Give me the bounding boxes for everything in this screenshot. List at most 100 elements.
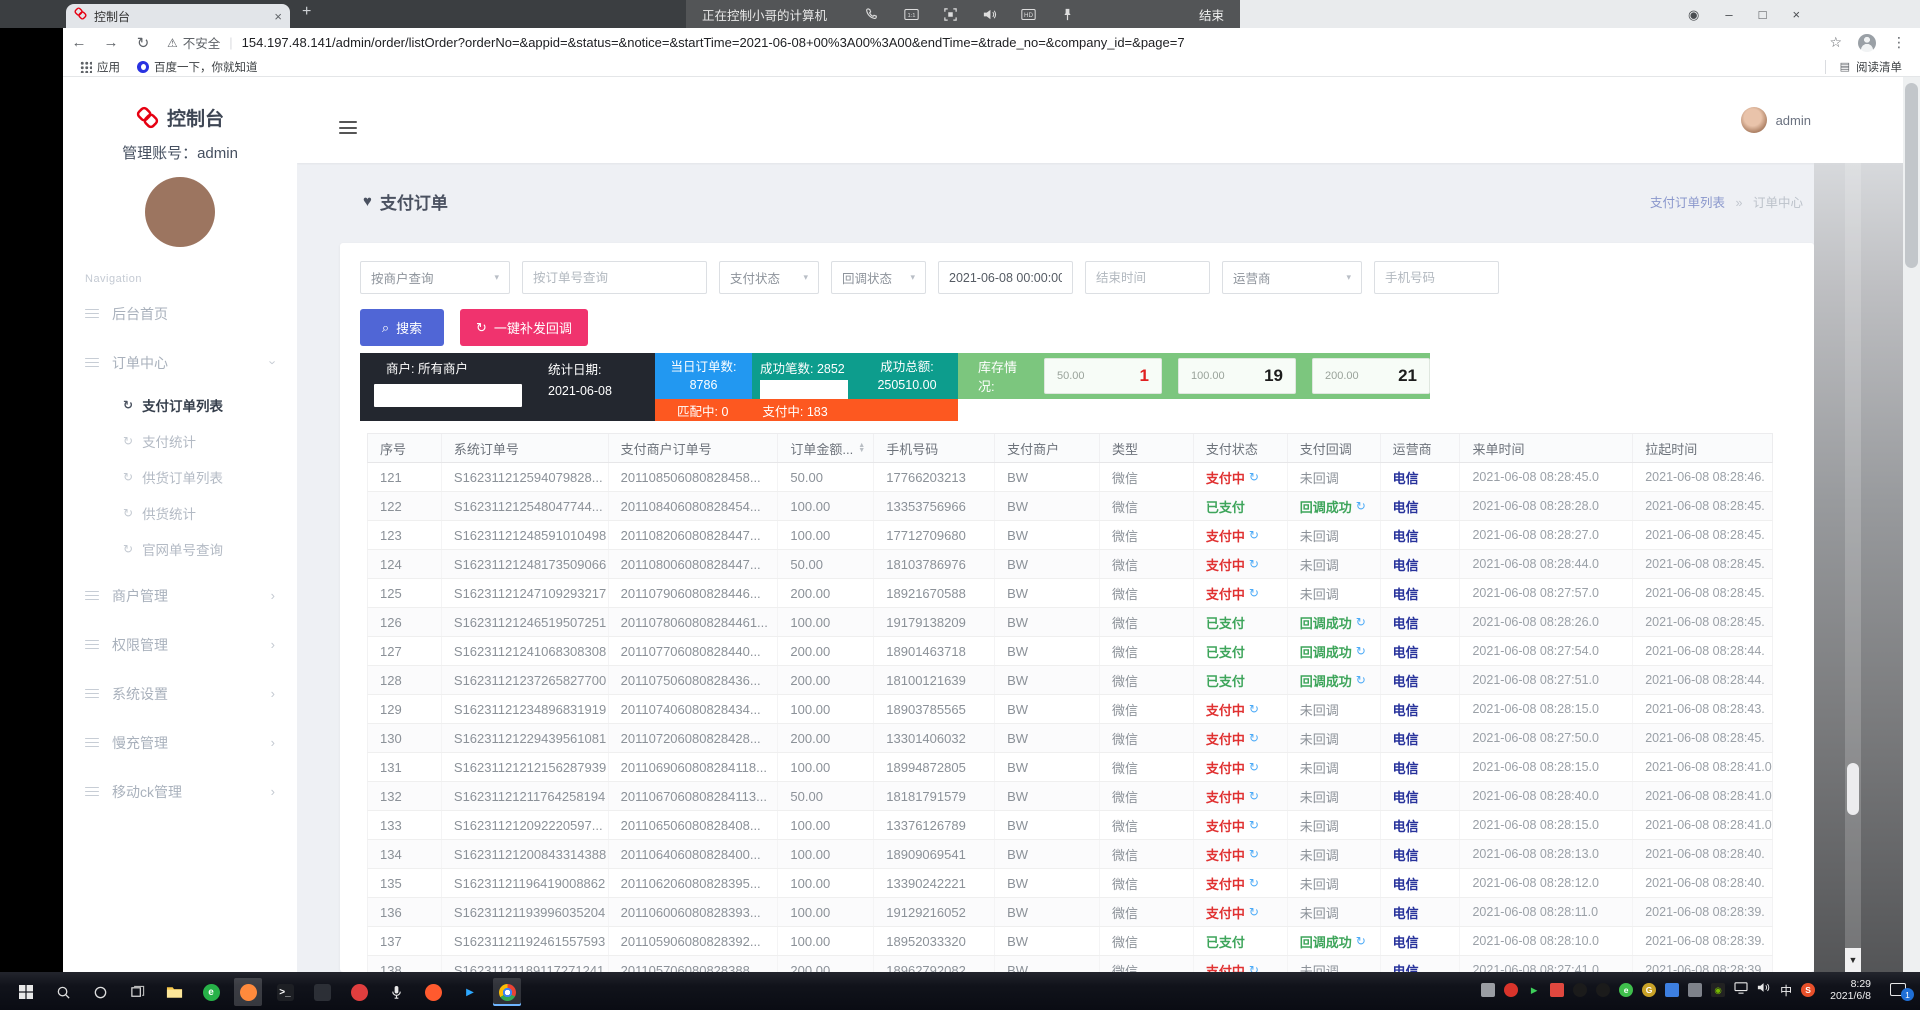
table-row[interactable]: 125S162311212471092932172011079060808284… [367, 579, 1773, 608]
tray-360-green[interactable]: e [1619, 983, 1633, 997]
menu-circle-icon[interactable]: ◉ [1688, 8, 1699, 21]
table-row[interactable]: 128S162311212372658277002011075060808284… [367, 666, 1773, 695]
ratio-1-1-icon[interactable]: 1:1 [904, 7, 919, 22]
tray-nvidia[interactable]: ◉ [1711, 983, 1725, 997]
browser-tab[interactable]: 控制台 × [66, 4, 290, 28]
refresh-icon[interactable]: ↻ [1356, 673, 1366, 687]
refresh-icon[interactable]: ↻ [1249, 557, 1259, 571]
sidebar-item-6[interactable]: 移动ck管理› [63, 767, 297, 816]
refresh-icon[interactable]: ↻ [1249, 905, 1259, 919]
stats-success-input[interactable] [760, 380, 848, 399]
tray-red-b[interactable] [1550, 983, 1564, 997]
close-icon[interactable]: × [1792, 8, 1800, 21]
table-row[interactable]: 130S162311212294395610812011072060808284… [367, 724, 1773, 753]
chrome-taskbar-icon[interactable] [493, 978, 521, 1006]
resend-callback-button[interactable]: ↻ 一键补发回调 [460, 309, 588, 346]
phone-icon[interactable] [865, 7, 880, 22]
browser-menu-icon[interactable]: ⋮ [1892, 34, 1906, 51]
player-blue-taskbar-icon[interactable]: ▶ [456, 978, 484, 1006]
browser-scrollbar-thumb[interactable] [1905, 83, 1918, 268]
tray-gray-knot[interactable] [1688, 983, 1702, 997]
filter-select-2[interactable]: 支付状态▾ [719, 261, 819, 294]
table-row[interactable]: 124S162311212481735090662011080060808284… [367, 550, 1773, 579]
refresh-icon[interactable]: ↻ [1249, 731, 1259, 745]
explorer-taskbar-icon[interactable] [160, 978, 188, 1006]
minimize-icon[interactable]: – [1725, 8, 1732, 21]
forward-icon[interactable]: → [95, 34, 127, 51]
search-taskbar-icon[interactable] [49, 978, 77, 1006]
tray-qq-b[interactable] [1596, 983, 1610, 997]
filter-input-7[interactable] [1374, 261, 1499, 294]
sidebar-item-3[interactable]: 权限管理› [63, 620, 297, 669]
notification-center-icon[interactable]: 1 [1890, 982, 1910, 998]
tray-red-a[interactable] [1504, 983, 1518, 997]
tab-close-icon[interactable]: × [274, 9, 282, 24]
filter-select-6[interactable]: 运营商▾ [1222, 261, 1362, 294]
browser-profile-avatar[interactable] [1858, 34, 1876, 52]
sidebar-item-5[interactable]: 慢充管理› [63, 718, 297, 767]
header-user[interactable]: admin [1741, 107, 1811, 133]
page-scrollbar[interactable]: ▼ [1845, 163, 1861, 972]
sidebar-subitem[interactable]: ↻支付订单列表 [63, 387, 297, 423]
refresh-icon[interactable]: ↻ [1249, 963, 1259, 972]
sidebar-subitem[interactable]: ↻官网单号查询 [63, 531, 297, 567]
col-header-3[interactable]: 订单金额...▲▼ [778, 434, 874, 462]
cortana-taskbar-icon[interactable] [86, 978, 114, 1006]
bookmark-baidu[interactable]: 百度一下，你就知道 [137, 59, 258, 75]
reload-icon[interactable]: ↻ [127, 34, 159, 52]
sunflower-remote-taskbar-icon[interactable] [234, 978, 262, 1006]
back-icon[interactable]: ← [63, 34, 95, 51]
table-row[interactable]: 134S162311212008433143882011064060808284… [367, 840, 1773, 869]
app-orange-taskbar-icon[interactable] [419, 978, 447, 1006]
taskbar-clock[interactable]: 8:29 2021/6/8 [1830, 978, 1871, 1002]
remote-end-button[interactable]: 结束 [1199, 5, 1224, 24]
refresh-icon[interactable]: ↻ [1249, 702, 1259, 716]
table-row[interactable]: 138S162311211891172712412011057060808283… [367, 956, 1773, 972]
sidebar-item-0[interactable]: 后台首页 [63, 289, 297, 338]
table-row[interactable]: 129S162311212348968319192011074060808284… [367, 695, 1773, 724]
refresh-icon[interactable]: ↻ [1249, 847, 1259, 861]
mic-taskbar-icon[interactable] [382, 978, 410, 1006]
pin-icon[interactable] [1060, 7, 1075, 22]
filter-input-1[interactable] [522, 261, 707, 294]
table-row[interactable]: 131S162311212121562879392011069060808284… [367, 753, 1773, 782]
ime-indicator[interactable]: 中 [1780, 982, 1792, 999]
maximize-icon[interactable]: □ [1759, 8, 1767, 21]
new-tab-button[interactable]: + [302, 3, 311, 21]
terminal-taskbar-icon[interactable]: >_ [271, 978, 299, 1006]
sidebar-item-4[interactable]: 系统设置› [63, 669, 297, 718]
app-red-taskbar-icon[interactable] [345, 978, 373, 1006]
refresh-icon[interactable]: ↻ [1356, 499, 1366, 513]
tray-volume[interactable] [1757, 981, 1771, 999]
reading-list-button[interactable]: ▤ 阅读清单 [1825, 60, 1920, 74]
refresh-icon[interactable]: ↻ [1356, 615, 1366, 629]
refresh-icon[interactable]: ↻ [1249, 789, 1259, 803]
sogou-tray-icon[interactable]: S [1801, 983, 1815, 997]
tray-play-green[interactable]: ▶ [1527, 983, 1541, 997]
breadcrumb-current[interactable]: 支付订单列表 [1650, 196, 1725, 210]
search-button[interactable]: ⌕ 搜索 [360, 309, 444, 346]
page-scroll-down-icon[interactable]: ▼ [1845, 948, 1861, 972]
sidebar-subitem[interactable]: ↻供货订单列表 [63, 459, 297, 495]
hamburger-menu-icon[interactable] [339, 121, 357, 134]
address-bar[interactable]: 154.197.48.141/admin/order/listOrder?ord… [242, 35, 1830, 50]
table-row[interactable]: 122S162311212548047744...201108406080828… [367, 492, 1773, 521]
sidebar-logo[interactable]: 控制台 [63, 104, 297, 131]
table-row[interactable]: 126S162311212465195072512011078060808284… [367, 608, 1773, 637]
table-row[interactable]: 121S162311212594079828...201108506080828… [367, 463, 1773, 492]
hd-icon[interactable]: HD [1021, 7, 1036, 22]
fullscreen-icon[interactable] [943, 7, 958, 22]
refresh-icon[interactable]: ↻ [1249, 876, 1259, 890]
browser-green-taskbar-icon[interactable]: e [197, 978, 225, 1006]
filter-select-0[interactable]: 按商户查询▾ [360, 261, 510, 294]
tray-gold-g[interactable]: G [1642, 983, 1656, 997]
stats-merchant-input[interactable] [374, 384, 522, 407]
table-row[interactable]: 123S162311212485910104982011082060808284… [367, 521, 1773, 550]
bookmark-star-icon[interactable]: ☆ [1829, 34, 1842, 51]
refresh-icon[interactable]: ↻ [1249, 586, 1259, 600]
user-avatar[interactable] [145, 177, 215, 247]
refresh-icon[interactable]: ↻ [1249, 818, 1259, 832]
table-row[interactable]: 135S162311211964190088622011062060808283… [367, 869, 1773, 898]
sidebar-item-1[interactable]: 订单中心› [63, 338, 297, 387]
browser-scrollbar[interactable] [1903, 77, 1920, 972]
